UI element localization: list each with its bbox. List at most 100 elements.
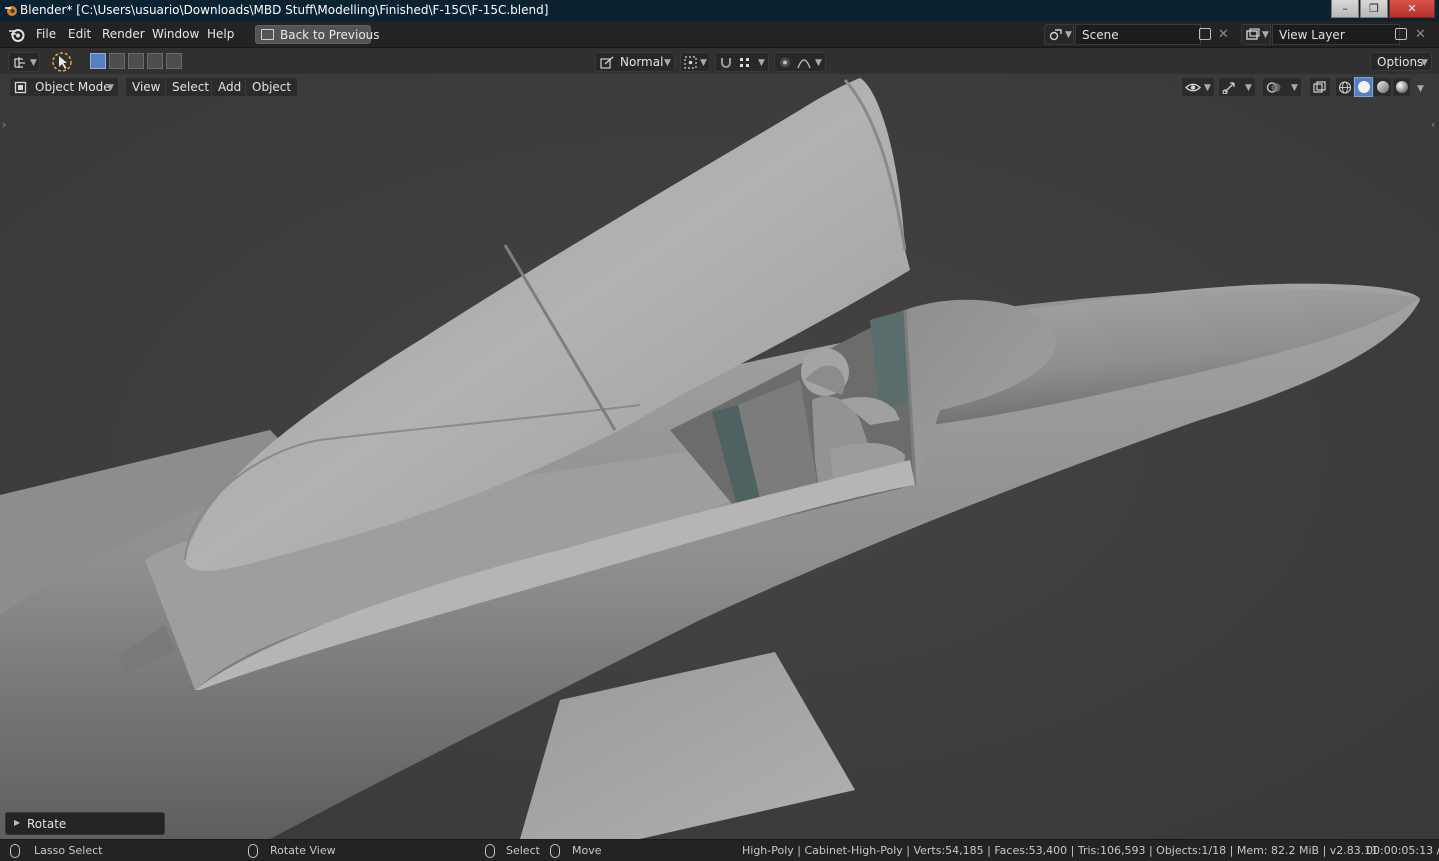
scene-name-label: Scene <box>1082 28 1119 42</box>
wireframe-sphere-icon <box>1338 81 1352 94</box>
material-sphere-icon <box>1377 81 1389 93</box>
new-scene-icon[interactable] <box>1199 28 1211 40</box>
menu-render[interactable]: Render <box>102 27 145 41</box>
viewport-menu-view[interactable]: View <box>125 77 168 97</box>
mouse-left-icon <box>10 844 20 858</box>
remove-view-layer-icon[interactable]: ✕ <box>1415 27 1426 42</box>
status-select: Select <box>506 844 540 857</box>
view-layer-browse-button[interactable]: ▼ <box>1241 24 1271 45</box>
select-mode-subtract-button[interactable] <box>128 53 144 69</box>
mouse-left-icon <box>485 844 495 858</box>
scene-name-field[interactable]: Scene <box>1075 24 1201 45</box>
chevron-down-icon: ▼ <box>664 58 671 68</box>
menu-file[interactable]: File <box>36 27 56 41</box>
chevron-down-icon: ▼ <box>1065 30 1072 40</box>
eye-icon <box>1185 83 1201 92</box>
solid-sphere-icon <box>1358 81 1370 93</box>
status-rotate-view: Rotate View <box>270 844 336 857</box>
viewport-menu-object[interactable]: Object <box>245 77 299 97</box>
menu-window[interactable]: Window <box>152 27 199 41</box>
falloff-curve-icon[interactable] <box>797 56 811 69</box>
back-to-previous-label: Back to Previous <box>280 28 380 42</box>
screen-back-icon <box>261 29 274 40</box>
editor-type-dropdown[interactable]: ▼ <box>8 52 40 72</box>
chevron-down-icon: ▼ <box>815 58 822 68</box>
operator-label: Rotate <box>27 817 67 831</box>
3d-viewport-icon <box>14 57 25 68</box>
chevron-down-icon: ▼ <box>1245 83 1252 93</box>
transform-orientation-dropdown[interactable]: Normal ▼ <box>595 52 675 72</box>
viewport-header: Object Mode ▼ View Select Add Object ▼ ▼… <box>0 74 1439 100</box>
back-to-previous-button[interactable]: Back to Previous <box>255 25 380 44</box>
xray-icon <box>1313 81 1326 93</box>
wireframe-shading-button[interactable] <box>1335 77 1354 97</box>
chevron-down-icon: ▼ <box>1262 30 1269 40</box>
window-titlebar: Blender* [C:\Users\usuario\Downloads\MBD… <box>0 0 1439 21</box>
object-mode-icon <box>14 81 27 94</box>
gizmo-icon <box>1222 82 1235 94</box>
orientation-icon <box>600 56 614 69</box>
select-mode-intersect-button[interactable] <box>166 53 182 69</box>
tool-header: ▼ Normal ▼ ▼ ▼ ▼ Options ▼ <box>0 49 1439 74</box>
select-tool-icon[interactable] <box>50 51 74 73</box>
timecode: 00:00:05:13 / <box>1366 844 1439 857</box>
view-layer-icon <box>1246 28 1260 40</box>
blender-logo-icon[interactable] <box>8 27 25 42</box>
last-operator-panel[interactable]: ▶ Rotate <box>5 812 165 835</box>
viewport-menu-add[interactable]: Add <box>211 77 249 97</box>
new-view-layer-icon[interactable] <box>1395 28 1407 40</box>
toolbar-expand-icon[interactable]: › <box>2 118 6 131</box>
chevron-down-icon: ▼ <box>30 58 37 68</box>
material-preview-button[interactable] <box>1373 77 1392 97</box>
pivot-point-dropdown[interactable]: ▼ <box>680 52 710 72</box>
view-layer-selector: ▼ View Layer ✕ <box>1241 24 1435 45</box>
status-bar: Lasso Select Rotate View Select Move Hig… <box>0 839 1439 861</box>
orientation-label: Normal <box>620 55 664 69</box>
close-button[interactable]: ✕ <box>1389 0 1435 18</box>
chevron-down-icon: ▼ <box>107 83 114 93</box>
3d-viewport[interactable] <box>0 74 1439 839</box>
mouse-middle-icon <box>248 844 258 858</box>
blender-app-icon <box>5 6 17 16</box>
select-mode-new-button[interactable] <box>90 53 106 69</box>
viewport-scene[interactable] <box>0 74 1439 839</box>
scene-browse-button[interactable]: ▼ <box>1044 24 1074 45</box>
menu-edit[interactable]: Edit <box>68 27 91 41</box>
chevron-down-icon: ▼ <box>1421 58 1428 68</box>
snap-magnet-icon[interactable] <box>719 56 733 69</box>
xray-toggle[interactable] <box>1309 77 1331 97</box>
view-layer-name-label: View Layer <box>1279 28 1345 42</box>
visibility-dropdown[interactable]: ▼ <box>1181 77 1215 97</box>
select-mode-extend-button[interactable] <box>109 53 125 69</box>
chevron-down-icon: ▼ <box>700 58 707 68</box>
object-mode-label: Object Mode <box>35 80 111 94</box>
gizmo-dropdown[interactable]: ▼ <box>1218 77 1256 97</box>
chevron-down-icon: ▼ <box>1204 83 1211 93</box>
mouse-right-icon <box>550 844 560 858</box>
status-lasso-select: Lasso Select <box>34 844 103 857</box>
view-layer-name-field[interactable]: View Layer <box>1272 24 1400 45</box>
scene-icon <box>1049 29 1062 41</box>
solid-shading-button[interactable] <box>1354 77 1373 97</box>
remove-scene-icon[interactable]: ✕ <box>1218 27 1229 42</box>
minimize-button[interactable]: – <box>1331 0 1359 18</box>
viewport-menu-select[interactable]: Select <box>165 77 217 97</box>
proportional-edit-icon[interactable] <box>778 56 792 69</box>
proportional-editing-group: ▼ <box>774 52 826 72</box>
object-mode-dropdown[interactable]: Object Mode ▼ <box>9 77 119 97</box>
rendered-sphere-icon <box>1396 81 1408 93</box>
scene-statistics: High-Poly | Cabinet-High-Poly | Verts:54… <box>742 844 1379 857</box>
menu-help[interactable]: Help <box>207 27 234 41</box>
overlays-icon <box>1266 82 1281 93</box>
chevron-down-icon: ▼ <box>758 58 765 68</box>
rendered-shading-button[interactable] <box>1392 77 1411 97</box>
status-move: Move <box>572 844 602 857</box>
maximize-button[interactable]: ❐ <box>1360 0 1388 18</box>
select-mode-invert-button[interactable] <box>147 53 163 69</box>
overlays-dropdown[interactable]: ▼ <box>1262 77 1302 97</box>
shading-options-chevron-icon[interactable]: ▼ <box>1417 84 1424 94</box>
sidebar-expand-icon[interactable]: ‹ <box>1431 118 1435 131</box>
snap-increment-icon[interactable] <box>738 56 752 69</box>
top-menubar: File Edit Render Window Help Back to Pre… <box>0 21 1439 48</box>
options-dropdown[interactable]: Options ▼ <box>1370 52 1432 71</box>
